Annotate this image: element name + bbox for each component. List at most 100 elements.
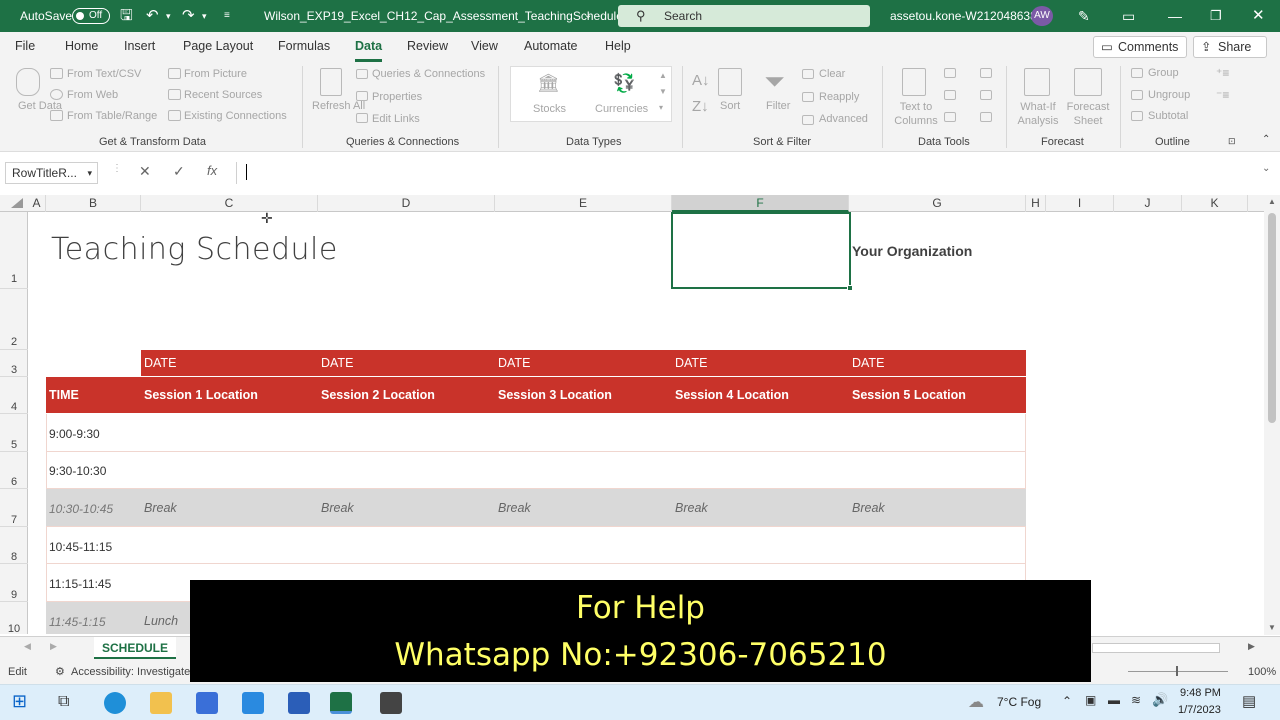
sheet-title[interactable]: Teaching Schedule <box>51 232 338 267</box>
scroll-right-arrow-icon[interactable]: ▶ <box>1248 641 1255 652</box>
group-button[interactable]: Group <box>1148 67 1179 79</box>
show-hidden-icons[interactable]: ⌃ <box>1062 694 1072 708</box>
break-cell[interactable]: Break <box>675 501 708 515</box>
volume-icon[interactable]: 🔊 <box>1152 692 1168 708</box>
ribbon-display-icon[interactable]: ▭ <box>1122 0 1135 32</box>
mail-icon[interactable] <box>242 692 264 714</box>
session-header-4[interactable]: Session 4 Location <box>675 388 789 402</box>
file-explorer-icon[interactable] <box>150 692 172 714</box>
vertical-scrollbar[interactable]: ▲ ▼ <box>1264 195 1280 635</box>
date-header-5[interactable]: DATE <box>852 356 884 370</box>
active-cell-f1[interactable] <box>671 212 853 291</box>
sort-descending-icon[interactable]: Z↓ <box>692 98 709 115</box>
consolidate-icon[interactable] <box>980 68 992 78</box>
date-header-4[interactable]: DATE <box>675 356 707 370</box>
zoom-slider[interactable] <box>1128 671 1228 672</box>
scroll-up-arrow-icon[interactable]: ▲ <box>1268 197 1276 206</box>
text-to-columns-button[interactable]: Text to Columns <box>892 100 940 128</box>
wifi-icon[interactable]: ≋ <box>1131 693 1141 707</box>
search-box[interactable]: ⚲ Search <box>618 5 870 27</box>
break-cell[interactable]: Break <box>852 501 885 515</box>
currencies-button[interactable]: Currencies <box>595 103 648 115</box>
column-header-b[interactable]: B <box>46 195 141 212</box>
what-if-analysis-button[interactable]: What-If Analysis <box>1012 100 1064 128</box>
word-icon[interactable] <box>288 692 310 714</box>
tab-automate[interactable]: Automate <box>524 32 578 62</box>
close-icon[interactable]: ✕ <box>1252 0 1265 32</box>
share-button[interactable]: ⇪ Share <box>1193 36 1267 58</box>
save-icon[interactable]: 🖫 <box>120 0 133 32</box>
properties-button[interactable]: Properties <box>372 91 422 103</box>
row-header-7[interactable]: 7 <box>0 489 28 527</box>
break-cell[interactable]: Break <box>321 501 354 515</box>
column-header-c[interactable]: C <box>141 195 318 212</box>
task-view-icon[interactable]: ⧉ <box>58 693 69 711</box>
excel-icon[interactable] <box>330 692 352 714</box>
chevron-down-icon[interactable]: ⌄ <box>584 0 592 32</box>
column-header-f[interactable]: F <box>672 195 849 212</box>
time-slot[interactable]: 10:30-10:45 <box>49 502 113 516</box>
time-slot[interactable]: 11:45-1:15 <box>49 615 106 629</box>
tab-file[interactable]: File <box>15 32 35 62</box>
column-header-a[interactable]: A <box>28 195 46 212</box>
time-slot[interactable]: 10:45-11:15 <box>49 540 112 554</box>
recent-sources-button[interactable]: Recent Sources <box>184 89 262 101</box>
break-cell[interactable]: Break <box>144 501 177 515</box>
edit-links-button[interactable]: Edit Links <box>372 113 420 125</box>
existing-connections-button[interactable]: Existing Connections <box>184 110 287 122</box>
name-box-dropdown-icon[interactable]: ▾ <box>87 163 92 183</box>
sheet-tab-schedule[interactable]: SCHEDULE <box>94 637 176 659</box>
pen-icon[interactable]: ✎ <box>1078 0 1090 32</box>
flash-fill-icon[interactable] <box>944 68 956 78</box>
tab-review[interactable]: Review <box>407 32 448 62</box>
break-cell[interactable]: Break <box>498 501 531 515</box>
lunch-cell[interactable]: Lunch <box>144 614 178 628</box>
date-header-2[interactable]: DATE <box>321 356 353 370</box>
data-model-icon[interactable] <box>980 112 992 122</box>
subtotal-button[interactable]: Subtotal <box>1148 110 1188 122</box>
forecast-sheet-button[interactable]: Forecast Sheet <box>1064 100 1112 128</box>
accessibility-status[interactable]: Accessibility: Investigate <box>71 666 190 678</box>
advanced-button[interactable]: Advanced <box>819 113 868 125</box>
tab-page-layout[interactable]: Page Layout <box>183 32 253 62</box>
weather-text[interactable]: 7°C Fog <box>997 695 1041 709</box>
store-icon[interactable] <box>196 692 218 714</box>
row-header-1[interactable]: 1 <box>0 212 28 289</box>
column-header-h[interactable]: H <box>1026 195 1046 212</box>
sort-button[interactable]: Sort <box>720 100 740 112</box>
session-header-1[interactable]: Session 1 Location <box>144 388 258 402</box>
document-title[interactable]: Wilson_EXP19_Excel_CH12_Cap_Assessment_T… <box>264 0 630 32</box>
insert-function-icon[interactable]: fx <box>207 163 217 178</box>
collapse-ribbon-icon[interactable]: ⌃ <box>1262 134 1270 145</box>
column-header-i[interactable]: I <box>1046 195 1114 212</box>
tab-formulas[interactable]: Formulas <box>278 32 330 62</box>
minimize-icon[interactable]: — <box>1168 0 1182 32</box>
row-header-8[interactable]: 8 <box>0 527 28 564</box>
tab-data[interactable]: Data <box>355 32 383 62</box>
row-header-3[interactable]: 3 <box>0 350 28 377</box>
data-validation-icon[interactable] <box>944 112 956 122</box>
more-options-icon[interactable]: ⋮ <box>112 163 122 174</box>
maximize-icon[interactable]: ❐ <box>1210 0 1222 32</box>
edge-icon[interactable] <box>104 692 126 714</box>
undo-icon[interactable]: ↶ <box>146 0 159 32</box>
notifications-icon[interactable]: ▤ <box>1242 692 1256 710</box>
tab-home[interactable]: Home <box>65 32 98 62</box>
time-slot[interactable]: 11:15-11:45 <box>49 577 111 591</box>
previous-sheet-icon[interactable]: ◀ <box>24 641 31 652</box>
account-name[interactable]: assetou.kone-W212048638 <box>890 0 1037 32</box>
row-header-6[interactable]: 6 <box>0 452 28 489</box>
hide-detail-icon[interactable]: ⁻≡ <box>1216 88 1229 102</box>
scroll-up-icon[interactable]: ▲ <box>659 71 667 80</box>
row-header-5[interactable]: 5 <box>0 414 28 452</box>
tab-insert[interactable]: Insert <box>124 32 155 62</box>
organization-name[interactable]: Your Organization <box>852 243 972 259</box>
comments-button[interactable]: ▭ Comments <box>1093 36 1187 58</box>
table-row[interactable] <box>46 452 1026 489</box>
outline-settings-icon[interactable]: ⊡ <box>1228 136 1236 147</box>
time-header[interactable]: TIME <box>49 388 79 402</box>
time-slot[interactable]: 9:30-10:30 <box>49 464 106 478</box>
remove-duplicates-icon[interactable] <box>944 90 956 100</box>
enter-icon[interactable]: ✓ <box>173 163 185 180</box>
name-box[interactable]: RowTitleR... ▾ <box>5 162 98 184</box>
